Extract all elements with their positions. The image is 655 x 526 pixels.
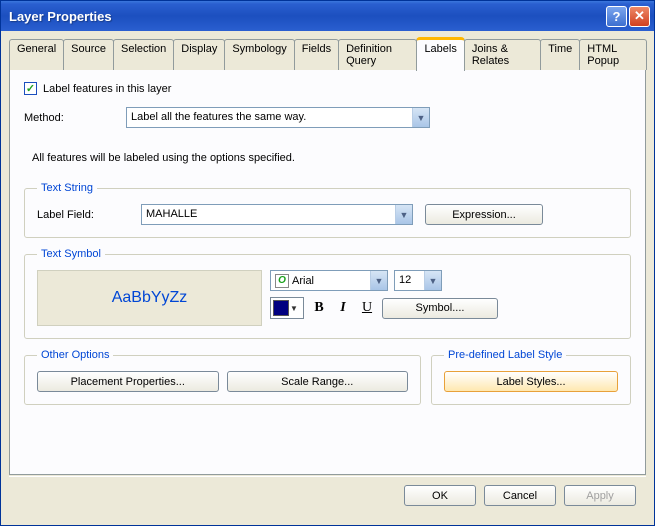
font-name-value: Arial xyxy=(292,275,314,287)
tab-labels[interactable]: Labels xyxy=(416,37,464,71)
method-value: Label all the features the same way. xyxy=(127,108,412,127)
font-size-combo[interactable]: 12 ▼ xyxy=(394,270,442,291)
info-text: All features will be labeled using the o… xyxy=(24,152,631,164)
label-features-row: ✓ Label features in this layer xyxy=(24,82,631,95)
tab-selection[interactable]: Selection xyxy=(113,39,174,70)
label-features-checkbox[interactable]: ✓ xyxy=(24,82,37,95)
tab-panel: ✓ Label features in this layer Method: L… xyxy=(9,69,646,475)
method-row: Method: Label all the features the same … xyxy=(24,107,631,128)
dialog-footer: OK Cancel Apply xyxy=(9,476,646,506)
symbol-button[interactable]: Symbol.... xyxy=(382,298,498,319)
predefined-style-legend: Pre-defined Label Style xyxy=(444,349,566,361)
other-options-legend: Other Options xyxy=(37,349,113,361)
tab-strip: General Source Selection Display Symbolo… xyxy=(9,39,646,70)
tab-general[interactable]: General xyxy=(9,39,64,70)
chevron-down-icon: ▼ xyxy=(370,271,387,290)
check-icon: ✓ xyxy=(26,82,35,95)
chevron-down-icon: ▼ xyxy=(412,108,429,127)
tab-definition-query[interactable]: Definition Query xyxy=(338,39,417,70)
tab-symbology[interactable]: Symbology xyxy=(224,39,294,70)
label-features-text: Label features in this layer xyxy=(43,83,171,95)
label-field-label: Label Field: xyxy=(37,209,141,221)
content-area: General Source Selection Display Symbolo… xyxy=(1,31,654,512)
tab-joins-relates[interactable]: Joins & Relates xyxy=(464,39,541,70)
bold-button[interactable]: B xyxy=(310,299,328,317)
underline-button[interactable]: U xyxy=(358,299,376,317)
font-size-value: 12 xyxy=(395,271,424,290)
method-label: Method: xyxy=(24,112,126,124)
chevron-down-icon: ▼ xyxy=(290,304,298,313)
other-options-group: Other Options Placement Properties... Sc… xyxy=(24,349,421,405)
tab-fields[interactable]: Fields xyxy=(294,39,339,70)
window-buttons: ? ✕ xyxy=(606,6,650,27)
text-string-group: Text String Label Field: MAHALLE ▼ Expre… xyxy=(24,182,631,238)
text-symbol-legend: Text Symbol xyxy=(37,248,105,260)
close-button[interactable]: ✕ xyxy=(629,6,650,27)
tab-html-popup[interactable]: HTML Popup xyxy=(579,39,647,70)
italic-button[interactable]: I xyxy=(334,299,352,317)
tab-source[interactable]: Source xyxy=(63,39,114,70)
method-combo[interactable]: Label all the features the same way. ▼ xyxy=(126,107,430,128)
label-styles-button[interactable]: Label Styles... xyxy=(444,371,618,392)
chevron-down-icon: ▼ xyxy=(424,271,441,290)
predefined-style-group: Pre-defined Label Style Label Styles... xyxy=(431,349,631,405)
font-preview: AaBbYyZz xyxy=(37,270,262,326)
expression-button[interactable]: Expression... xyxy=(425,204,543,225)
font-name-combo[interactable]: O Arial ▼ xyxy=(270,270,388,291)
font-color-button[interactable]: ▼ xyxy=(270,297,304,319)
ok-button[interactable]: OK xyxy=(404,485,476,506)
label-field-row: Label Field: MAHALLE ▼ Expression... xyxy=(37,204,618,225)
color-swatch xyxy=(273,300,289,316)
scale-range-button[interactable]: Scale Range... xyxy=(227,371,409,392)
tab-display[interactable]: Display xyxy=(173,39,225,70)
window-title: Layer Properties xyxy=(9,9,606,24)
cancel-button[interactable]: Cancel xyxy=(484,485,556,506)
font-type-icon: O xyxy=(275,274,289,288)
text-string-legend: Text String xyxy=(37,182,97,194)
chevron-down-icon: ▼ xyxy=(395,205,412,224)
label-field-combo[interactable]: MAHALLE ▼ xyxy=(141,204,413,225)
options-row: Other Options Placement Properties... Sc… xyxy=(24,349,631,415)
label-field-value: MAHALLE xyxy=(142,205,395,224)
text-symbol-group: Text Symbol AaBbYyZz O Arial ▼ 12 xyxy=(24,248,631,339)
title-bar: Layer Properties ? ✕ xyxy=(1,1,654,31)
placement-properties-button[interactable]: Placement Properties... xyxy=(37,371,219,392)
text-symbol-controls: O Arial ▼ 12 ▼ ▼ xyxy=(270,270,618,326)
apply-button[interactable]: Apply xyxy=(564,485,636,506)
help-button[interactable]: ? xyxy=(606,6,627,27)
tab-time[interactable]: Time xyxy=(540,39,580,70)
